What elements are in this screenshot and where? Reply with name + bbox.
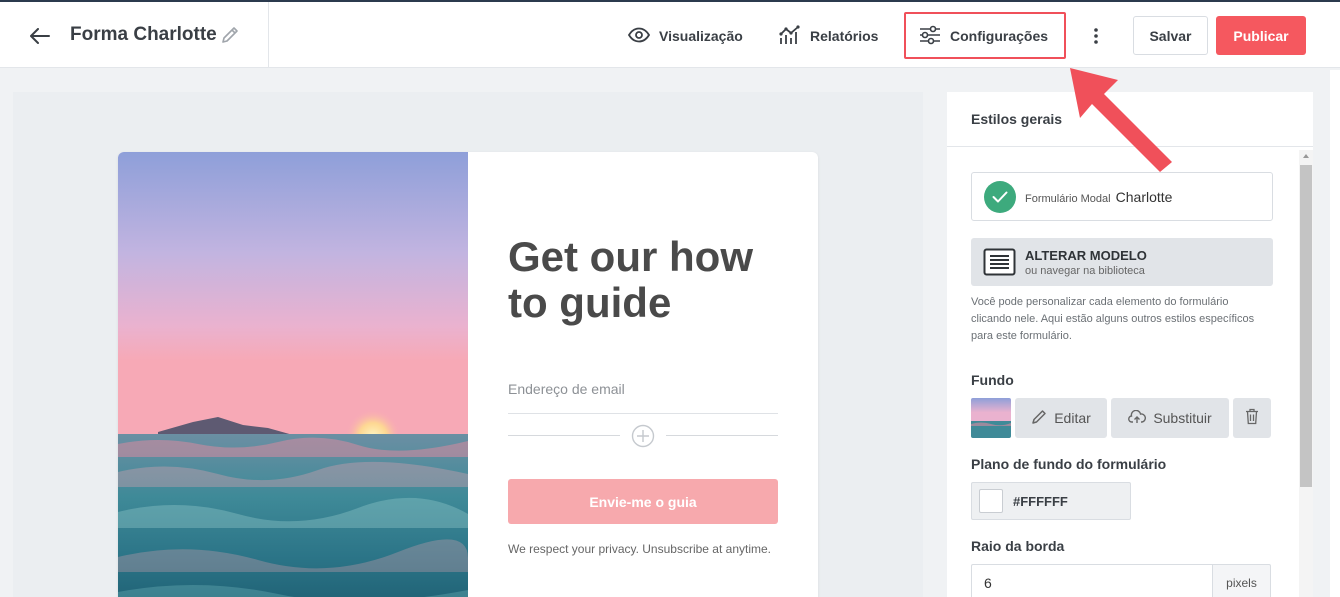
delete-background-button[interactable]	[1233, 398, 1271, 438]
nav-preview[interactable]: Visualização	[627, 24, 743, 48]
edit-icon	[1031, 409, 1047, 428]
divider-left	[508, 435, 620, 436]
form-title: Forma Charlotte	[70, 24, 217, 45]
edit-background-label: Editar	[1054, 410, 1091, 426]
form-preview-card[interactable]: Get our how to guide Endereço de email E…	[118, 152, 818, 597]
form-content: Get our how to guide Endereço de email E…	[468, 152, 818, 597]
divider-right	[666, 435, 778, 436]
eye-icon	[627, 27, 651, 46]
add-field-row	[508, 424, 778, 448]
privacy-text[interactable]: We respect your privacy. Unsubscribe at …	[508, 540, 778, 559]
back-arrow-icon[interactable]	[28, 24, 52, 48]
background-thumbnail[interactable]	[971, 398, 1011, 438]
change-template-text: ALTERAR MODELO ou navegar na biblioteca	[1025, 248, 1147, 277]
template-icon	[983, 248, 1016, 276]
border-radius-label: Raio da borda	[971, 538, 1065, 554]
check-icon	[984, 180, 1016, 213]
template-name: Charlotte	[1115, 188, 1173, 205]
template-indicator: Formulário Modal Charlotte	[971, 172, 1273, 221]
scrollbar-thumb[interactable]	[1300, 165, 1312, 487]
settings-highlight-box	[904, 12, 1066, 59]
pencil-icon[interactable]	[220, 25, 242, 47]
replace-background-button[interactable]: Substituir	[1111, 398, 1229, 438]
plus-circle-icon[interactable]	[631, 424, 655, 448]
border-radius-unit: pixels	[1212, 564, 1271, 597]
panel-description: Você pode personalizar cada elemento do …	[971, 296, 1255, 342]
header-divider	[268, 2, 269, 68]
color-swatch[interactable]	[979, 489, 1003, 513]
email-field[interactable]: Endereço de email	[508, 378, 778, 414]
chart-icon	[779, 24, 801, 48]
replace-background-label: Substituir	[1153, 410, 1212, 426]
form-background-label: Plano de fundo do formulário	[971, 456, 1167, 472]
form-background-color-picker[interactable]: #FFFFFF	[971, 482, 1131, 520]
color-value: #FFFFFF	[1013, 493, 1068, 509]
edit-background-button[interactable]: Editar	[1015, 398, 1107, 438]
nav-preview-label: Visualização	[659, 28, 743, 44]
form-image[interactable]	[118, 152, 468, 597]
background-label: Fundo	[971, 372, 1014, 388]
nav-reports[interactable]: Relatórios	[779, 24, 878, 48]
cloud-upload-icon	[1128, 409, 1147, 427]
annotation-arrow	[1060, 58, 1185, 178]
save-button[interactable]: Salvar	[1133, 16, 1208, 55]
template-label: Formulário Modal Charlotte	[1025, 189, 1172, 205]
page-scrollbar[interactable]	[1330, 70, 1340, 597]
kebab-menu-icon[interactable]	[1085, 24, 1107, 48]
form-heading[interactable]: Get our how to guide	[508, 234, 798, 326]
publish-button[interactable]: Publicar	[1216, 16, 1306, 55]
border-radius-input[interactable]: 6	[971, 564, 1212, 597]
submit-button[interactable]: Envie-me o guia	[508, 479, 778, 524]
template-prefix: Formulário Modal	[1025, 192, 1111, 205]
scroll-up-icon[interactable]	[1303, 154, 1309, 158]
change-template-title: ALTERAR MODELO	[1025, 247, 1147, 263]
trash-icon	[1245, 408, 1259, 428]
change-template-button[interactable]: ALTERAR MODELO ou navegar na biblioteca	[971, 238, 1273, 286]
nav-reports-label: Relatórios	[810, 28, 879, 44]
change-template-subtitle: ou navegar na biblioteca	[1025, 264, 1145, 277]
